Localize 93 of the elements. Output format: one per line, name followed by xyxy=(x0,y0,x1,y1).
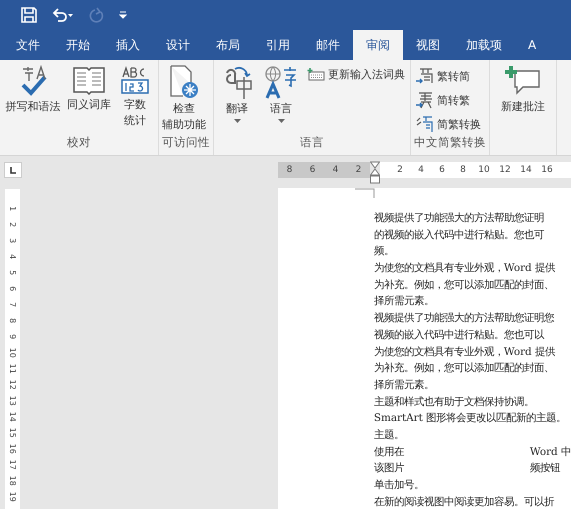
ribbon-button[interactable]: 语言 xyxy=(261,63,301,135)
abc-123-icon xyxy=(120,65,150,95)
ribbon-button[interactable]: 简繁转换 xyxy=(414,113,483,135)
ribbon-button[interactable]: 简转繁 xyxy=(414,89,483,111)
document-text: 视频的嵌入代码中进行粘贴。您也可以 xyxy=(374,328,544,343)
ribbon-tab[interactable]: 插入 xyxy=(103,30,153,60)
group-label: 可访问性 xyxy=(162,135,210,151)
ribbon-button[interactable]: 更新输入法词典 xyxy=(305,65,407,84)
document-text: 为补充。例如，您可以添加匹配的封面、 xyxy=(374,278,554,293)
ruler-number: 7 xyxy=(7,302,18,308)
ribbon-button[interactable]: 繁转简 xyxy=(414,65,483,87)
document-text: 视频提供了功能强大的方法帮助您证明 xyxy=(374,211,544,226)
document-text: 为使您的文档具有专业外观，Word 提供 xyxy=(374,261,555,276)
globe-letter-icon xyxy=(263,65,299,99)
vertical-ruler[interactable]: 1 2 3 4 5 6 7 8 9 10 11 12 13 14 15 16 17 18 19 xyxy=(5,189,20,509)
ruler-number: 14 xyxy=(520,164,532,174)
group-label: 校对 xyxy=(66,135,92,151)
undo-icon[interactable] xyxy=(51,7,75,23)
ruler-number: 17 xyxy=(7,459,18,470)
ruler-number: 14 xyxy=(7,411,18,422)
new-comment-icon xyxy=(505,65,541,97)
ruler-number: 15 xyxy=(7,427,18,438)
document-text: 择所需元素。 xyxy=(374,378,434,393)
ruler-number: 19 xyxy=(7,491,18,502)
ruler-number: 5 xyxy=(7,270,18,276)
ruler-number: 6 xyxy=(7,286,18,292)
ruler-number: 8 xyxy=(286,164,294,174)
document-check-icon xyxy=(168,65,200,99)
ribbon-tab[interactable]: 邮件 xyxy=(303,30,353,60)
ribbon-button[interactable]: 拼写和语法 xyxy=(3,63,63,135)
ribbon-tab[interactable]: 设计 xyxy=(153,30,203,60)
document-text: 使用在 xyxy=(374,444,404,460)
ribbon-button[interactable]: 翻译 xyxy=(217,63,257,135)
ruler-number: 18 xyxy=(7,475,18,486)
document-text: 视频提供了功能强大的方法帮助您证明您 xyxy=(374,311,554,326)
ruler-number: 16 xyxy=(541,164,553,174)
customize-icon[interactable] xyxy=(119,11,127,19)
ruler-number: 8 xyxy=(7,318,18,324)
ribbon-tab[interactable]: 加载项 xyxy=(453,30,515,60)
ruler-number: 4 xyxy=(417,164,425,174)
save-icon[interactable] xyxy=(21,7,37,23)
ruler-number: 10 xyxy=(7,347,18,358)
document-text: 择所需元素。 xyxy=(374,294,434,310)
ruler-number: 11 xyxy=(7,363,18,374)
document-text: 该图片 xyxy=(374,461,404,476)
ribbon-tab[interactable]: A xyxy=(515,30,550,60)
ruler-number: 13 xyxy=(7,395,18,406)
character-arrow-icon xyxy=(416,115,434,133)
character-arrow-icon xyxy=(416,91,434,109)
ruler-number: 6 xyxy=(308,164,316,174)
ruler-number: 12 xyxy=(499,164,511,174)
ribbon-tab[interactable]: 视图 xyxy=(403,30,453,60)
ruler-number: 3 xyxy=(7,238,18,244)
document-text: 主题。 xyxy=(374,428,404,443)
ruler-number: 8 xyxy=(459,164,467,174)
ruler-number: 16 xyxy=(7,443,18,454)
ribbon-tab[interactable]: 文件 xyxy=(3,30,53,60)
keyboard-icon xyxy=(307,68,325,81)
ribbon-tab[interactable]: 审阅 xyxy=(353,30,403,60)
group-label: 语言 xyxy=(299,135,325,151)
ribbon-button[interactable]: 检查 辅助功能 xyxy=(162,63,206,135)
ribbon-button[interactable]: 新建批注 xyxy=(493,63,553,155)
character-arrow-icon xyxy=(416,67,434,85)
ribbon-tab[interactable]: 开始 xyxy=(53,30,103,60)
ruler-margin[interactable]: 8 6 4 2 xyxy=(278,162,370,178)
document-text: 为补充。例如，您可以添加匹配的封面、 xyxy=(374,361,554,376)
ruler-number: 2 xyxy=(396,164,404,174)
document-text: 在新的阅读视图中阅读更加容易。可以折 xyxy=(374,494,554,509)
ribbon-button[interactable]: 字数 统计 xyxy=(115,63,155,135)
document-text: 的视频的嵌入代码中进行粘贴。您也可 xyxy=(374,228,544,243)
ruler-number: 10 xyxy=(478,164,490,174)
document-text: SmartArt 图形将会更改以匹配新的主题。 xyxy=(374,411,566,426)
book-icon xyxy=(72,65,106,95)
ribbon-button[interactable]: 同义词库 xyxy=(67,63,111,135)
ribbon-tab[interactable]: 引用 xyxy=(253,30,303,60)
document-text: 单击加号。 xyxy=(374,478,424,493)
ruler-number: 12 xyxy=(7,379,18,390)
document-text: Word 中 xyxy=(530,444,571,460)
ruler-number: 4 xyxy=(332,164,340,174)
document-text: 主题和样式也有助于文档保持协调。 xyxy=(374,394,534,410)
ruler-number: 1 xyxy=(7,206,18,212)
document-text: 为使您的文档具有专业外观，Word 提供 xyxy=(374,344,555,360)
ruler-number: 9 xyxy=(7,334,18,340)
ruler-number: 4 xyxy=(7,254,18,260)
ribbon-tab[interactable]: 布局 xyxy=(203,30,253,60)
ruler-number: 2 xyxy=(7,222,18,228)
margin-mark xyxy=(354,188,375,198)
document-text: 频。 xyxy=(374,244,394,260)
ruler-number: 6 xyxy=(438,164,446,174)
ruler-number: 2 xyxy=(354,164,362,174)
group-label: 中文简繁转换 xyxy=(414,135,486,151)
tab-stop-icon[interactable] xyxy=(4,162,22,178)
document-text: 频按钮 xyxy=(530,461,560,476)
